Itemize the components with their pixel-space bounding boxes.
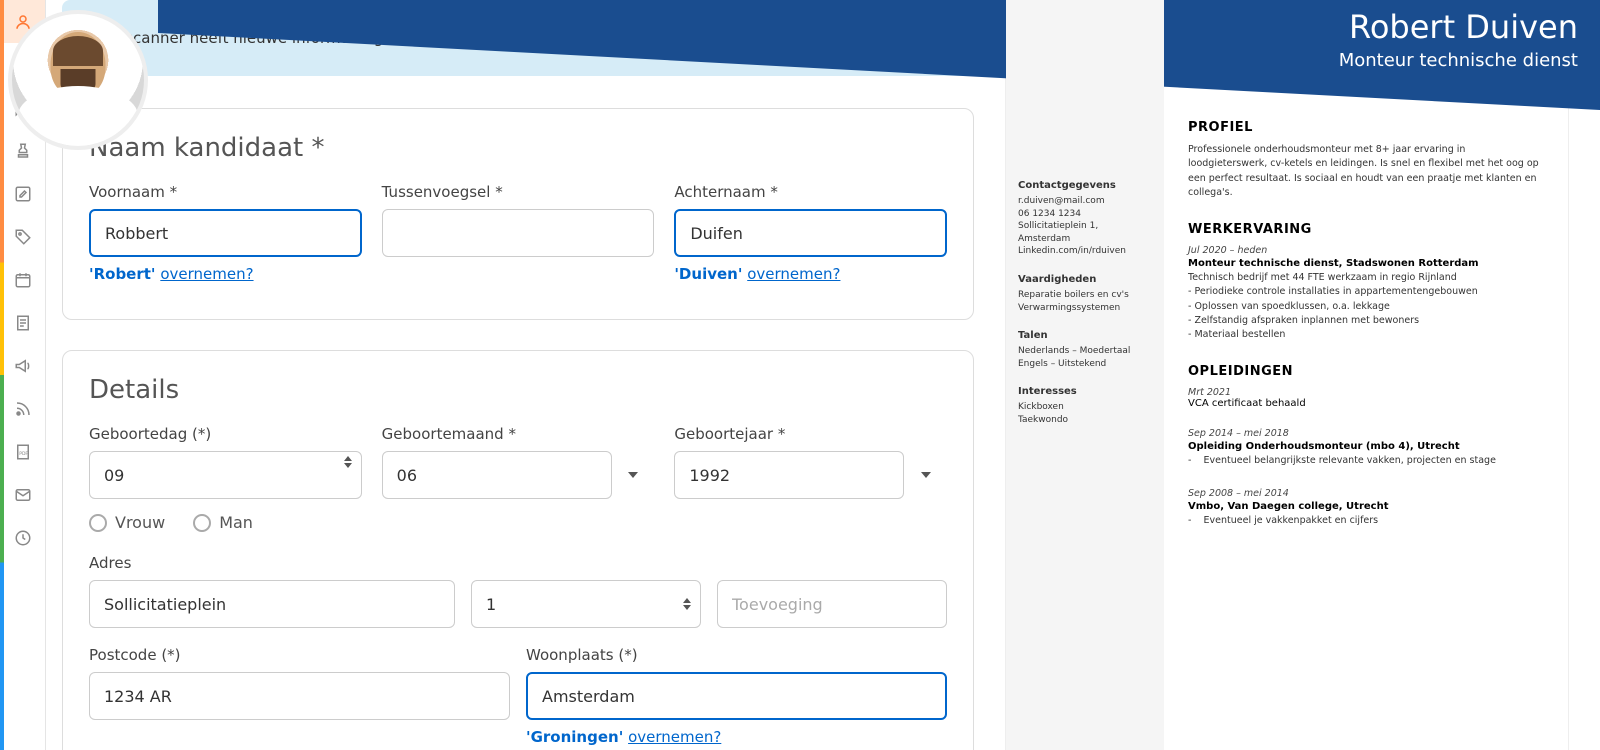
cv-sidebar: Contactgegevensr.duiven@mail.com06 1234 … xyxy=(1006,0,1164,750)
day-spinner[interactable] xyxy=(344,456,352,468)
radio-icon xyxy=(89,514,107,532)
city-label: Woonplaats (*) xyxy=(526,646,947,664)
housenum-input[interactable] xyxy=(471,580,701,628)
main: Onze scanner heeft nieuwe informatie gev… xyxy=(46,0,1600,750)
form-column: Onze scanner heeft nieuwe informatie gev… xyxy=(46,0,990,750)
firstname-label: Voornaam * xyxy=(89,183,362,201)
birthmonth-label: Geboortemaand * xyxy=(382,425,655,443)
birthday-label: Geboortedag (*) xyxy=(89,425,362,443)
sidebar-item-calendar[interactable] xyxy=(0,258,45,301)
cv-preview-column: Robert Duiven Monteur technische dienst … xyxy=(990,0,1600,750)
gender-radios: Vrouw Man xyxy=(89,513,947,532)
birthyear-select[interactable] xyxy=(674,451,904,499)
details-title: Details xyxy=(89,375,947,405)
calendar-icon xyxy=(14,271,32,289)
cv-edu-h: OPLEIDINGEN xyxy=(1188,364,1544,379)
addition-input[interactable] xyxy=(717,580,947,628)
street-input[interactable] xyxy=(89,580,455,628)
pdf-icon: PDF xyxy=(14,443,32,461)
rss-icon xyxy=(14,400,32,418)
sidebar-item-rss[interactable] xyxy=(0,387,45,430)
mail-icon xyxy=(14,486,32,504)
city-suggest-link[interactable]: overnemen? xyxy=(628,728,721,746)
svg-text:PDF: PDF xyxy=(19,451,28,457)
birthmonth-select[interactable] xyxy=(382,451,612,499)
birthyear-label: Geboortejaar * xyxy=(674,425,947,443)
address-label: Adres xyxy=(89,554,947,572)
cv-exp-h: WERKERVARING xyxy=(1188,222,1544,237)
clock-icon xyxy=(14,529,32,547)
firstname-input[interactable] xyxy=(89,209,362,257)
birthday-input[interactable] xyxy=(89,451,362,499)
cv-profile-h: PROFIEL xyxy=(1188,120,1544,135)
user-icon xyxy=(14,13,32,31)
sidebar-item-mail[interactable] xyxy=(0,473,45,516)
lastname-input[interactable] xyxy=(674,209,947,257)
lastname-label: Achternaam * xyxy=(674,183,947,201)
middle-input[interactable] xyxy=(382,209,655,257)
sidebar-item-edit[interactable] xyxy=(0,172,45,215)
lastname-suggest-value: 'Duiven' xyxy=(674,265,742,283)
city-input[interactable] xyxy=(526,672,947,720)
megaphone-icon xyxy=(14,357,32,375)
doc-icon xyxy=(14,314,32,332)
cv-lang-h: Talen xyxy=(1018,330,1152,341)
city-suggestion: 'Groningen' overnemen? xyxy=(526,728,947,746)
sidebar-item-announce[interactable] xyxy=(0,344,45,387)
city-suggest-value: 'Groningen' xyxy=(526,728,623,746)
gender-male[interactable]: Man xyxy=(193,513,253,532)
middle-label: Tussenvoegsel * xyxy=(382,183,655,201)
cv-skills-h: Vaardigheden xyxy=(1018,274,1152,285)
num-spinner[interactable] xyxy=(683,598,691,610)
firstname-suggest-link[interactable]: overnemen? xyxy=(160,265,253,283)
edit-icon xyxy=(14,185,32,203)
postcode-input[interactable] xyxy=(89,672,510,720)
radio-icon xyxy=(193,514,211,532)
postcode-label: Postcode (*) xyxy=(89,646,510,664)
cv-contact-h: Contactgegevens xyxy=(1018,180,1152,191)
tag-icon xyxy=(14,228,32,246)
firstname-suggestion: 'Robert' overnemen? xyxy=(89,265,362,283)
lastname-suggest-link[interactable]: overnemen? xyxy=(747,265,840,283)
lastname-suggestion: 'Duiven' overnemen? xyxy=(674,265,947,283)
cv-document: Robert Duiven Monteur technische dienst … xyxy=(1006,0,1568,750)
gender-female[interactable]: Vrouw xyxy=(89,513,165,532)
sidebar-item-tag[interactable] xyxy=(0,215,45,258)
firstname-suggest-value: 'Robert' xyxy=(89,265,156,283)
sidebar-accent xyxy=(0,0,4,750)
cv-main: PROFIELProfessionele onderhoudsmonteur m… xyxy=(1164,0,1568,750)
sidebar-item-doc[interactable] xyxy=(0,301,45,344)
sidebar-item-clock[interactable] xyxy=(0,516,45,559)
details-card: Details Geboortedag (*) Geboortemaand * … xyxy=(62,350,974,750)
sidebar-item-pdf[interactable]: PDF xyxy=(0,430,45,473)
name-card: Naam kandidaat * Voornaam * 'Robert' ove… xyxy=(62,108,974,320)
cv-int-h: Interesses xyxy=(1018,386,1152,397)
name-card-title: Naam kandidaat * xyxy=(89,133,947,163)
